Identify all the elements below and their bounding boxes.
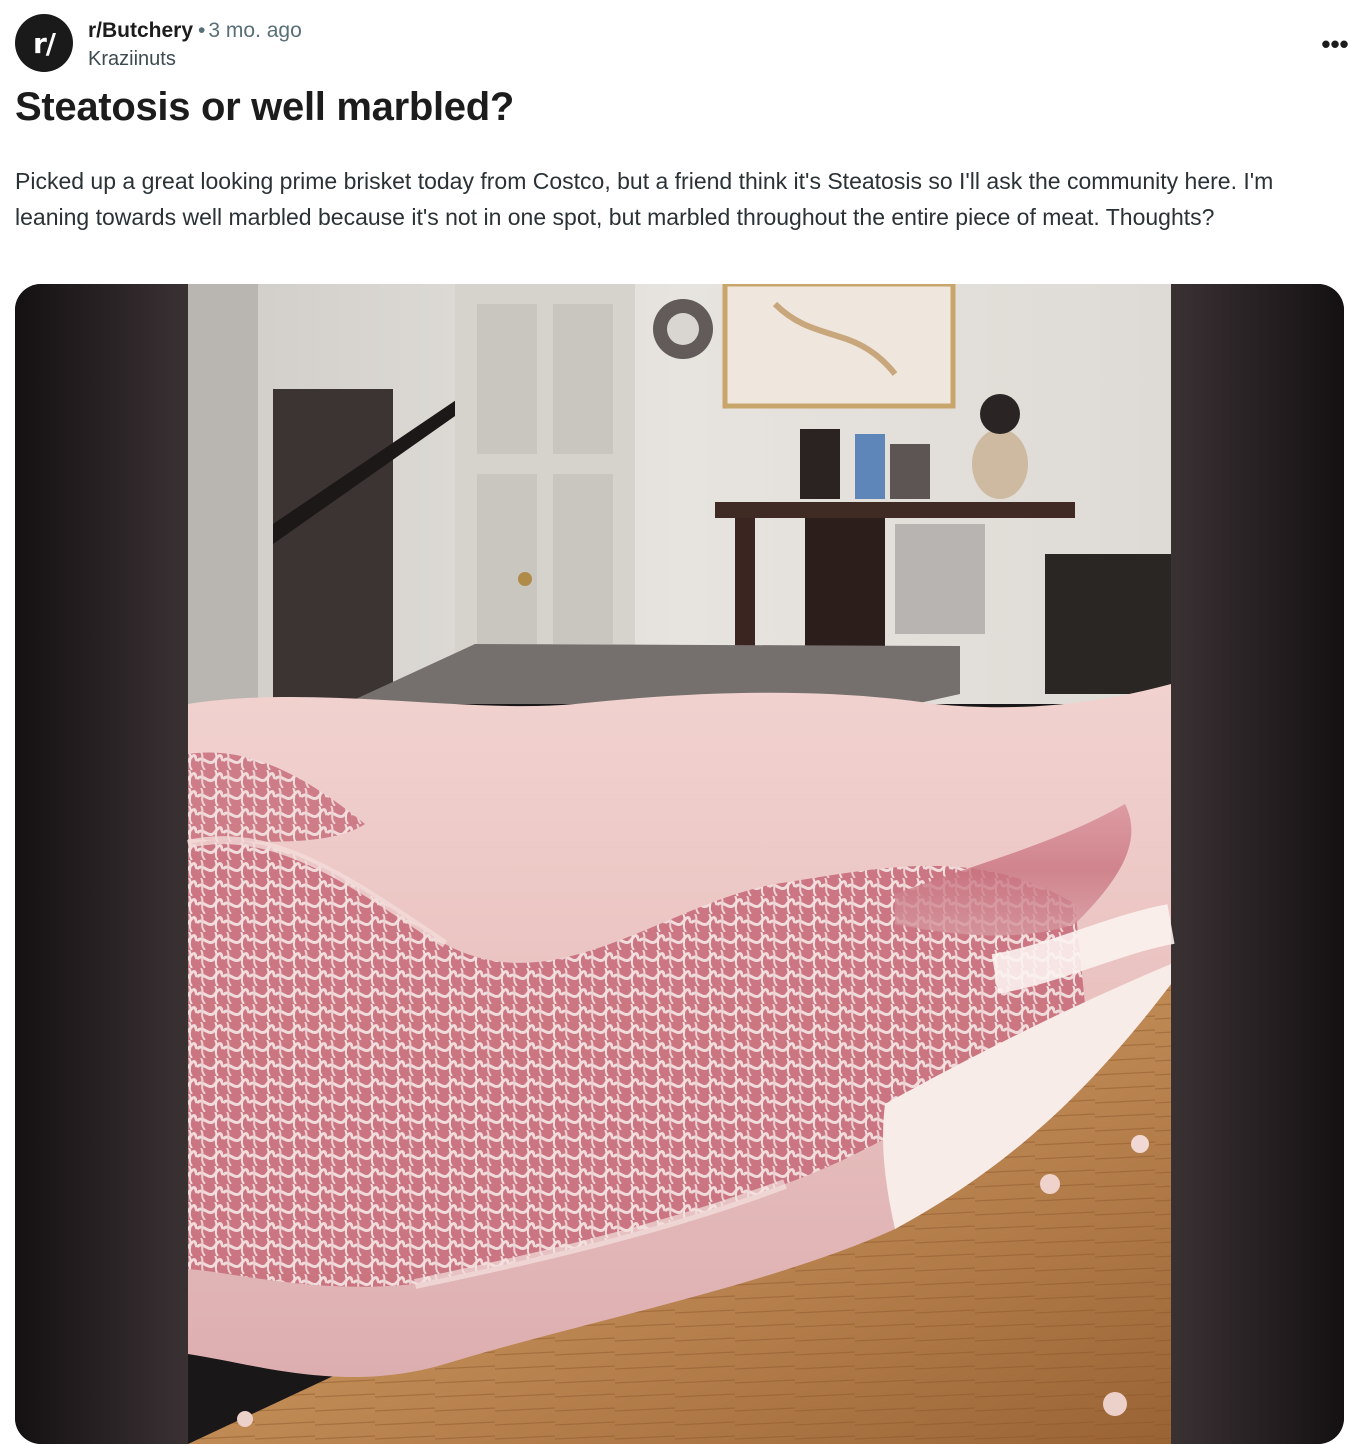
brisket-photo bbox=[15, 284, 1344, 1444]
subreddit-link[interactable]: r/Butchery bbox=[88, 19, 193, 42]
subreddit-avatar-icon[interactable]: r/ bbox=[15, 14, 73, 72]
meta-separator: • bbox=[198, 19, 206, 42]
post-title[interactable]: Steatosis or well marbled? bbox=[15, 82, 514, 132]
more-options-icon[interactable]: ••• bbox=[1315, 31, 1355, 57]
meat-scrap bbox=[1131, 1135, 1149, 1153]
meta-line: r/Butchery • 3 mo. ago bbox=[88, 17, 302, 45]
author-link[interactable]: Kraziinuts bbox=[88, 45, 302, 73]
meat-scrap bbox=[237, 1411, 253, 1427]
room-background bbox=[188, 284, 1171, 704]
post-time: 3 mo. ago bbox=[208, 19, 302, 42]
post-body: Picked up a great looking prime brisket … bbox=[15, 168, 1274, 230]
post-image[interactable] bbox=[15, 284, 1344, 1444]
post-meta: r/Butchery • 3 mo. ago Kraziinuts bbox=[88, 17, 302, 73]
post-header: r/ r/Butchery • 3 mo. ago Kraziinuts ••• bbox=[15, 14, 1355, 74]
meat-scrap bbox=[1040, 1174, 1060, 1194]
meat-scrap bbox=[1103, 1392, 1127, 1416]
